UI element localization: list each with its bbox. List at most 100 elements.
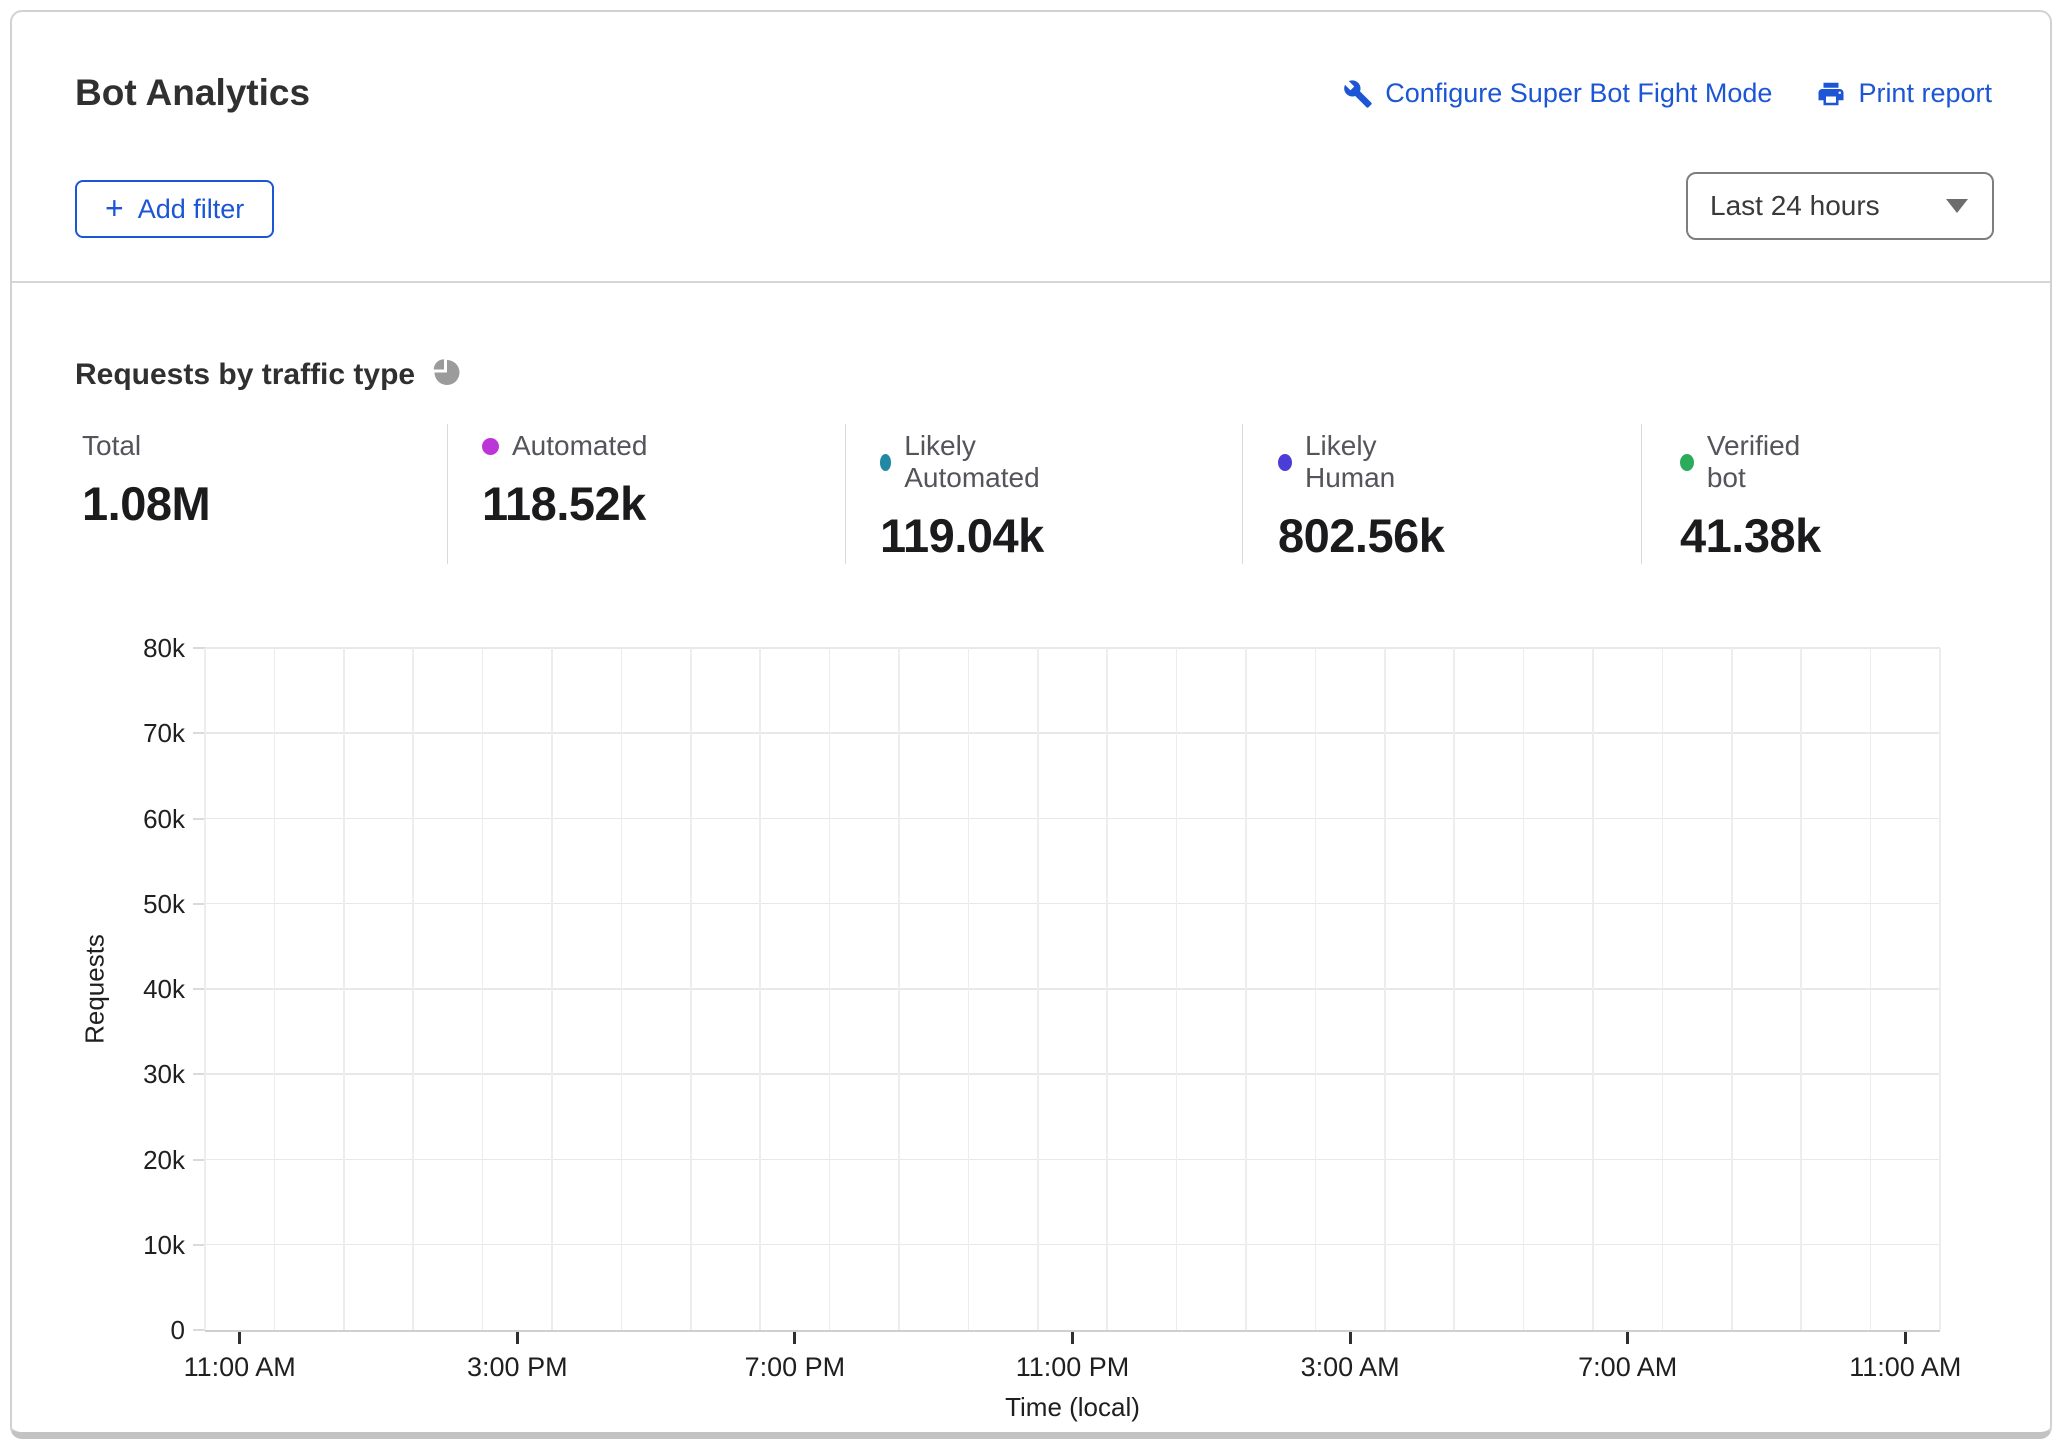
x-axis-label: 7:00 AM: [1528, 1352, 1728, 1383]
wrench-icon: [1343, 79, 1373, 109]
y-axis-label: 60k: [55, 804, 185, 835]
gridline: [1731, 648, 1733, 1330]
stat-likely-human[interactable]: Likely Human 802.56k: [1278, 430, 1444, 563]
stat-likely-automated-label: Likely Automated: [904, 430, 1045, 494]
stat-total-value: 1.08M: [82, 476, 210, 531]
stat-automated-label: Automated: [512, 430, 647, 462]
stat-total: Total 1.08M: [82, 430, 210, 531]
verified-bot-dot-icon: [1680, 454, 1694, 471]
gridline: [205, 988, 1940, 990]
x-axis-label: 7:00 PM: [695, 1352, 895, 1383]
x-tick: [516, 1332, 519, 1344]
x-axis-label: 3:00 AM: [1250, 1352, 1450, 1383]
y-tick: [193, 1244, 205, 1246]
stat-total-label: Total: [82, 430, 141, 462]
pie-chart-icon: [431, 356, 461, 394]
likely-automated-dot-icon: [880, 454, 891, 471]
configure-link-label: Configure Super Bot Fight Mode: [1385, 78, 1772, 109]
likely-human-dot-icon: [1278, 454, 1292, 471]
gridline: [551, 648, 553, 1330]
chevron-down-icon: [1946, 199, 1968, 213]
y-axis-label: 30k: [55, 1059, 185, 1090]
y-axis-label: 80k: [55, 633, 185, 664]
x-axis-label: 3:00 PM: [417, 1352, 617, 1383]
stat-likely-human-label: Likely Human: [1305, 430, 1444, 494]
time-range-dropdown[interactable]: Last 24 hours: [1686, 172, 1994, 240]
gridline: [205, 1244, 1940, 1246]
page-title: Bot Analytics: [75, 72, 310, 114]
y-tick: [193, 1329, 205, 1331]
add-filter-label: Add filter: [138, 194, 245, 225]
y-tick: [193, 1159, 205, 1161]
gridline: [1870, 648, 1872, 1330]
print-link-label: Print report: [1858, 78, 1992, 109]
add-filter-button[interactable]: + Add filter: [75, 180, 274, 238]
automated-dot-icon: [482, 438, 499, 455]
gridline: [205, 732, 1940, 734]
printer-icon: [1816, 79, 1846, 109]
gridline: [1315, 648, 1317, 1330]
configure-super-bot-fight-mode-link[interactable]: Configure Super Bot Fight Mode: [1343, 78, 1772, 109]
x-tick: [1626, 1332, 1629, 1344]
y-axis-title: Requests: [80, 934, 111, 1044]
y-tick: [193, 647, 205, 649]
header-links: Configure Super Bot Fight Mode Print rep…: [1343, 78, 1992, 109]
y-tick: [193, 903, 205, 905]
stat-verified-bot[interactable]: Verified bot 41.38k: [1680, 430, 1821, 563]
y-tick: [193, 732, 205, 734]
gridline: [1037, 648, 1039, 1330]
y-axis-label: 70k: [55, 718, 185, 749]
gridline: [482, 648, 484, 1330]
y-tick: [193, 818, 205, 820]
gridline: [205, 1159, 1940, 1161]
gridline: [274, 648, 276, 1330]
gridline: [1592, 648, 1594, 1330]
x-tick: [238, 1332, 241, 1344]
y-axis-label: 20k: [55, 1145, 185, 1176]
stat-divider: [845, 424, 846, 564]
gridline: [759, 648, 761, 1330]
gridline: [205, 647, 1940, 649]
gridline: [205, 903, 1940, 905]
gridline: [1800, 648, 1802, 1330]
gridline: [968, 648, 970, 1330]
stat-divider: [447, 424, 448, 564]
gridline: [1384, 648, 1386, 1330]
x-tick: [793, 1332, 796, 1344]
x-tick: [1071, 1332, 1074, 1344]
gridline: [343, 648, 345, 1330]
gridline: [1939, 648, 1941, 1330]
gridline: [1245, 648, 1247, 1330]
x-axis-label: 11:00 PM: [973, 1352, 1173, 1383]
section-heading: Requests by traffic type: [75, 356, 461, 394]
stat-automated-value: 118.52k: [482, 476, 647, 531]
gridline: [621, 648, 623, 1330]
gridline: [204, 648, 206, 1330]
x-axis-title: Time (local): [1005, 1392, 1140, 1423]
stat-divider: [1641, 424, 1642, 564]
header-divider: [12, 281, 2050, 283]
stat-verified-bot-value: 41.38k: [1680, 508, 1821, 563]
gridline: [829, 648, 831, 1330]
gridline: [412, 648, 414, 1330]
y-axis-label: 10k: [55, 1230, 185, 1261]
stat-likely-human-value: 802.56k: [1278, 508, 1444, 563]
time-range-value: Last 24 hours: [1710, 190, 1946, 222]
stat-verified-bot-label: Verified bot: [1707, 430, 1821, 494]
y-tick: [193, 1073, 205, 1075]
stat-automated[interactable]: Automated 118.52k: [482, 430, 647, 531]
y-axis-label: 50k: [55, 889, 185, 920]
x-axis-label: 11:00 AM: [140, 1352, 340, 1383]
plus-icon: +: [105, 192, 124, 224]
section-heading-label: Requests by traffic type: [75, 358, 415, 392]
gridline: [898, 648, 900, 1330]
gridline: [1106, 648, 1108, 1330]
stat-likely-automated-value: 119.04k: [880, 508, 1045, 563]
y-axis-label: 0: [55, 1315, 185, 1346]
gridline: [690, 648, 692, 1330]
x-axis-label: 11:00 AM: [1805, 1352, 2005, 1383]
print-report-link[interactable]: Print report: [1816, 78, 1992, 109]
stat-likely-automated[interactable]: Likely Automated 119.04k: [880, 430, 1045, 563]
x-tick: [1904, 1332, 1907, 1344]
stat-divider: [1242, 424, 1243, 564]
